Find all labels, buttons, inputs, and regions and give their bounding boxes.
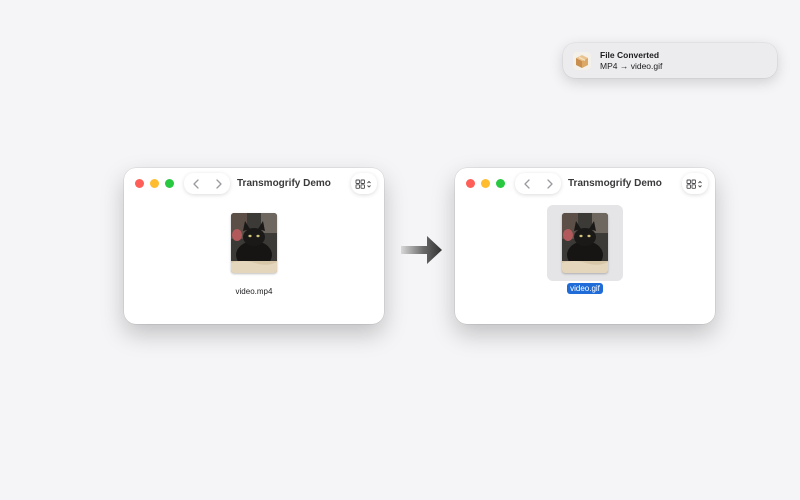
notification-body: MP4 → video.gif [600, 60, 663, 71]
view-options-button[interactable] [682, 173, 708, 194]
finder-window-after[interactable]: Transmogrify Demo video.gif [455, 168, 715, 324]
file-thumbnail-frame-selected [547, 205, 623, 281]
finder-window-before[interactable]: Transmogrify Demo video.mp4 [124, 168, 384, 324]
view-options-button[interactable] [351, 173, 377, 194]
chevron-left-icon [523, 178, 530, 189]
close-button[interactable] [466, 179, 475, 188]
file-converted-notification[interactable]: File Converted MP4 → video.gif [563, 43, 777, 78]
window-controls [466, 179, 505, 188]
conversion-arrow-icon [401, 234, 443, 266]
back-button[interactable] [188, 176, 204, 192]
window-controls [135, 179, 174, 188]
package-icon [572, 51, 592, 71]
close-button[interactable] [135, 179, 144, 188]
file-name-label-selected: video.gif [567, 283, 603, 294]
minimize-button[interactable] [481, 179, 490, 188]
forward-button[interactable] [211, 176, 227, 192]
cat-thumbnail-image [562, 213, 608, 273]
grid-view-icon [355, 179, 371, 189]
file-item-video-gif[interactable]: video.gif [547, 205, 623, 294]
cat-thumbnail-image [231, 213, 277, 273]
forward-button[interactable] [542, 176, 558, 192]
desktop: File Converted MP4 → video.gif Transmogr… [0, 0, 800, 500]
navigation-buttons [515, 173, 561, 194]
zoom-button[interactable] [165, 179, 174, 188]
file-thumbnail-frame [216, 205, 292, 281]
window-title: Transmogrify Demo [237, 178, 331, 189]
chevron-right-icon [215, 178, 222, 189]
chevron-left-icon [192, 178, 199, 189]
minimize-button[interactable] [150, 179, 159, 188]
zoom-button[interactable] [496, 179, 505, 188]
grid-view-icon [686, 179, 702, 189]
chevron-right-icon [546, 178, 553, 189]
file-name-label: video.mp4 [235, 287, 273, 296]
window-title: Transmogrify Demo [568, 178, 662, 189]
notification-title: File Converted [600, 49, 660, 60]
file-item-video-mp4[interactable]: video.mp4 [216, 205, 292, 297]
back-button[interactable] [519, 176, 535, 192]
navigation-buttons [184, 173, 230, 194]
